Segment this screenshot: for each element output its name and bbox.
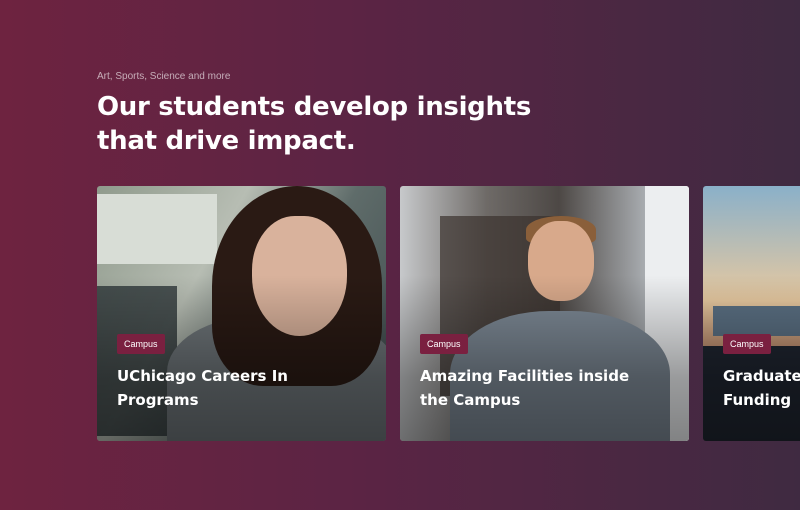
card-carousel: Campus UChicago Careers In Programs Camp… bbox=[97, 186, 800, 441]
card-title-line-2: the Campus bbox=[420, 391, 521, 409]
card-careers[interactable]: Campus UChicago Careers In Programs bbox=[97, 186, 386, 441]
card-title-line-2: Funding bbox=[723, 391, 792, 409]
heading-line-2: that drive impact. bbox=[97, 126, 356, 156]
section-heading: Our students develop insights that drive… bbox=[97, 90, 537, 158]
card-title-line-1: Graduate bbox=[723, 367, 800, 385]
card-facilities[interactable]: Campus Amazing Facilities inside the Cam… bbox=[400, 186, 689, 441]
card-title[interactable]: Amazing Facilities inside the Campus bbox=[420, 364, 670, 412]
eyebrow-text: Art, Sports, Science and more bbox=[97, 71, 231, 82]
card-graduate-funding[interactable]: Campus Graduate Funding bbox=[703, 186, 800, 441]
category-tag[interactable]: Campus bbox=[420, 334, 468, 354]
card-title-line-1: UChicago Careers In bbox=[117, 367, 288, 385]
category-tag[interactable]: Campus bbox=[117, 334, 165, 354]
card-title-line-2: Programs bbox=[117, 391, 199, 409]
card-title-line-1: Amazing Facilities inside bbox=[420, 367, 630, 385]
card-title[interactable]: Graduate Funding bbox=[723, 364, 800, 412]
category-tag[interactable]: Campus bbox=[723, 334, 771, 354]
heading-line-1: Our students develop insights bbox=[97, 92, 532, 122]
card-title[interactable]: UChicago Careers In Programs bbox=[117, 364, 367, 412]
